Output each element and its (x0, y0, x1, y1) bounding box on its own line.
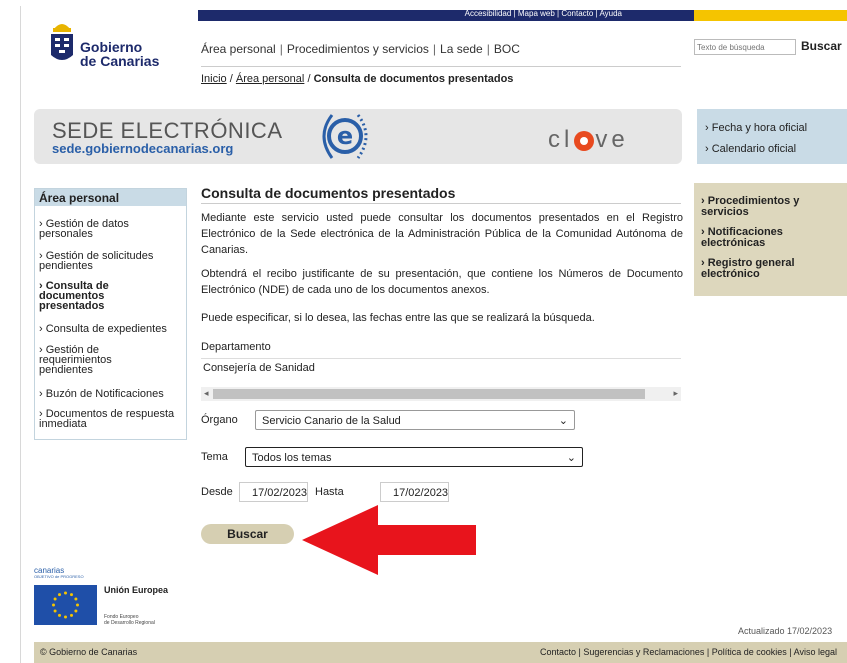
eu-funding-logo: canarias OBJETIVO de PROGRESO Unión Euro… (34, 567, 184, 627)
union-europea-label: Unión Europea (104, 585, 169, 595)
desde-label: Desde (201, 486, 233, 498)
departamento-list-selected[interactable]: Consejería de Sanidad (201, 358, 681, 377)
footer-aviso-legal[interactable]: Aviso legal (794, 647, 837, 657)
tema-label: Tema (201, 451, 228, 463)
link-registro-general[interactable]: › Registro general electrónico (701, 258, 831, 280)
footer-contacto[interactable]: Contacto (540, 647, 576, 657)
link-fecha-hora[interactable]: › Fecha y hora oficial (705, 123, 807, 134)
top-bar: Accesibilidad | Mapa web | Contacto | Ay… (198, 9, 694, 21)
sidebar-item-label: Gestión de solicitudes pendientes (39, 250, 154, 272)
divider (201, 66, 681, 67)
sidebar-item-label: Buzón de Notificaciones (45, 388, 164, 400)
breadcrumb-area-personal[interactable]: Área personal (236, 73, 305, 85)
chevron-down-icon: ⌄ (558, 415, 568, 427)
nav-procedimientos[interactable]: Procedimientos y servicios (287, 42, 429, 56)
right-box-official (697, 109, 847, 164)
departamento-label: Departamento (201, 341, 271, 353)
intro-paragraph: Mediante este servicio usted puede consu… (201, 212, 683, 256)
departamento-scrollbar[interactable]: ◂ ▸ (201, 387, 681, 401)
link-calendario-label: Calendario oficial (711, 143, 797, 155)
search-input[interactable] (694, 39, 796, 55)
footer-links: Contacto | Sugerencias y Reclamaciones |… (539, 647, 837, 657)
sidebar-item-consulta-expedientes[interactable]: › Consulta de expedientes (39, 323, 187, 335)
link-fecha-hora-label: Fecha y hora oficial (711, 122, 808, 134)
link-procedimientos[interactable]: › Procedimientos y servicios (701, 196, 831, 218)
breadcrumb: Inicio / Área personal / Consulta de doc… (201, 73, 513, 85)
sidebar-item-documentos-respuesta[interactable]: › Documentos de respuesta inmediata (39, 408, 179, 430)
copyright: © Gobierno de Canarias (40, 647, 138, 657)
clave-text-pre: cl (548, 126, 574, 153)
clave-key-icon (574, 130, 595, 151)
link-notificaciones[interactable]: › Notificaciones electrónicas (701, 227, 831, 249)
sidebar-item-label: Documentos de respuesta inmediata (39, 408, 175, 430)
breadcrumb-inicio[interactable]: Inicio (201, 73, 227, 85)
objetivo-label: OBJETIVO de PROGRESO (34, 574, 84, 579)
link-mapa-web[interactable]: Mapa web (518, 9, 555, 18)
divider (201, 203, 681, 204)
breadcrumb-sep: / (229, 73, 233, 85)
scroll-right-icon[interactable]: ▸ (673, 388, 678, 399)
buscar-button[interactable]: Buscar (201, 524, 294, 544)
eu-flag-icon (34, 585, 97, 625)
page-title: Consulta de documentos presentados (201, 185, 456, 201)
hasta-date-input[interactable]: 17/02/2023 (380, 482, 449, 502)
fechas-paragraph: Puede especificar, si lo desea, las fech… (201, 312, 595, 324)
link-registro-general-label: Registro general electrónico (701, 257, 795, 280)
link-calendario[interactable]: › Calendario oficial (705, 144, 796, 155)
sidebar-item-label: Gestión de datos personales (39, 218, 129, 240)
breadcrumb-sep: / (307, 73, 311, 85)
main-nav: Área personal | Procedimientos y servicios… (201, 42, 520, 56)
nav-area-personal[interactable]: Área personal (201, 42, 276, 56)
clave-logo[interactable]: cl ve (548, 126, 629, 154)
nav-la-sede[interactable]: La sede (440, 42, 483, 56)
banner-url[interactable]: sede.gobiernodecanarias.org (52, 141, 233, 156)
hasta-label: Hasta (315, 486, 344, 498)
clave-text-post: ve (595, 126, 629, 153)
footer-bar: © Gobierno de Canarias Contacto | Sugere… (34, 642, 847, 663)
sidebar-item-consulta-documentos[interactable]: › Consulta de documentos presentados (39, 280, 139, 312)
logo-line1: Gobierno (80, 39, 143, 55)
link-accesibilidad[interactable]: Accesibilidad (465, 9, 512, 18)
sidebar-item-requerimientos[interactable]: › Gestión de requerimientos pendientes (39, 344, 149, 376)
desde-date-input[interactable]: 17/02/2023 (239, 482, 308, 502)
scrollbar-thumb[interactable] (213, 389, 645, 399)
link-notificaciones-label: Notificaciones electrónicas (701, 226, 783, 249)
svg-text:e: e (337, 122, 353, 150)
sidebar-item-label: Consulta de documentos presentados (39, 280, 109, 312)
nav-boc[interactable]: BOC (494, 42, 520, 56)
link-contacto[interactable]: Contacto (561, 9, 593, 18)
sidebar-item-label: Consulta de expedientes (45, 323, 167, 335)
sidebar-item-label: Gestión de requerimientos pendientes (39, 344, 112, 376)
sidebar: Área personal › Gestión de datos persona… (34, 188, 187, 440)
link-ayuda[interactable]: Ayuda (599, 9, 622, 18)
sidebar-item-buzon[interactable]: › Buzón de Notificaciones (39, 388, 187, 400)
footer-cookies[interactable]: Política de cookies (712, 647, 787, 657)
tema-select[interactable]: Todos los temas ⌄ (245, 447, 583, 467)
organo-select-value: Servicio Canario de la Salud (262, 415, 401, 427)
breadcrumb-current: Consulta de documentos presentados (313, 73, 514, 85)
organo-select[interactable]: Servicio Canario de la Salud ⌄ (255, 410, 575, 430)
footer-sugerencias[interactable]: Sugerencias y Reclamaciones (583, 647, 704, 657)
tema-select-value: Todos los temas (252, 452, 332, 464)
search-button[interactable]: Buscar (801, 39, 842, 53)
recibo-paragraph: Obtendrá el recibo justificante de su pr… (201, 268, 683, 296)
sidebar-title: Área personal (35, 189, 186, 206)
organo-label: Órgano (201, 414, 238, 426)
e-administracion-icon: e (322, 114, 368, 159)
coat-of-arms-icon (51, 24, 73, 60)
fondo-line2: de Desarrollo Regional (104, 620, 155, 626)
sidebar-item-gestion-solicitudes[interactable]: › Gestión de solicitudes pendientes (39, 250, 179, 272)
link-procedimientos-label: Procedimientos y servicios (701, 195, 800, 218)
canarias-label: canarias (34, 566, 65, 575)
logo-line2: de Canarias (80, 53, 160, 69)
updated-date: Actualizado 17/02/2023 (738, 626, 833, 636)
scroll-left-icon[interactable]: ◂ (204, 388, 209, 399)
red-arrow-icon (302, 505, 476, 575)
chevron-down-icon: ⌄ (566, 452, 576, 464)
sidebar-item-gestion-datos[interactable]: › Gestión de datos personales (39, 218, 179, 240)
top-bar-accent (694, 10, 847, 21)
